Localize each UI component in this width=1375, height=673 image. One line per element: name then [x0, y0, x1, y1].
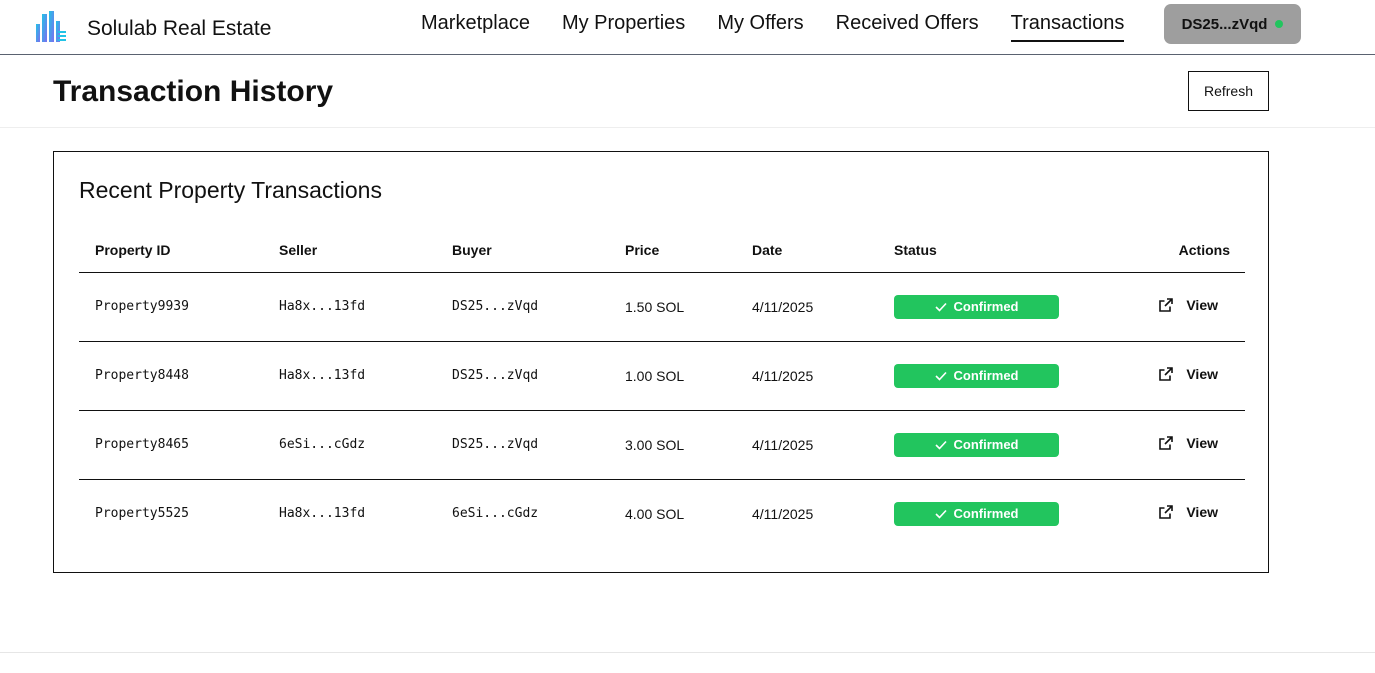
status-label: Confirmed — [953, 506, 1019, 522]
table-row: Property8448 Ha8x...13fd DS25...zVqd 1.0… — [79, 341, 1245, 410]
external-link-icon — [1158, 504, 1174, 520]
actions-cell: View — [1103, 272, 1245, 341]
navbar: Solulab Real Estate Marketplace My Prope… — [0, 0, 1375, 55]
page-header: Transaction History Refresh — [0, 55, 1375, 128]
external-link-icon — [1158, 297, 1174, 313]
table-body: Property9939 Ha8x...13fd DS25...zVqd 1.5… — [79, 272, 1245, 548]
status-label: Confirmed — [953, 368, 1019, 383]
status-cell: Confirmed — [878, 410, 1103, 479]
table-row: Property9939 Ha8x...13fd DS25...zVqd 1.5… — [79, 272, 1245, 341]
transactions-table: Property ID Seller Buyer Price Date Stat… — [79, 228, 1245, 548]
status-cell: Confirmed — [878, 479, 1103, 548]
view-label: View — [1186, 366, 1218, 382]
check-icon — [934, 371, 947, 381]
property-id-cell: Property9939 — [95, 299, 189, 314]
seller-cell: Ha8x...13fd — [279, 506, 366, 522]
check-icon — [934, 302, 947, 312]
table-row: Property8465 6eSi...cGdz DS25...zVqd 3.0… — [79, 410, 1245, 479]
column-header-date: Date — [752, 241, 783, 258]
external-link-icon — [1158, 366, 1174, 382]
price-cell: 1.50 SOL — [625, 298, 685, 315]
building-logo-icon — [34, 10, 67, 48]
column-header-buyer: Buyer — [452, 241, 492, 258]
footer-divider — [0, 652, 1375, 653]
nav-link-marketplace[interactable]: Marketplace — [421, 12, 530, 42]
date-cell: 4/11/2025 — [752, 505, 814, 522]
wallet-button[interactable]: DS25...zVqd — [1164, 4, 1301, 44]
actions-cell: View — [1103, 410, 1245, 479]
actions-cell: View — [1103, 479, 1245, 548]
view-label: View — [1186, 435, 1218, 451]
wallet-address: DS25...zVqd — [1181, 15, 1268, 33]
status-label: Confirmed — [953, 299, 1019, 314]
nav-link-transactions[interactable]: Transactions — [1010, 12, 1125, 42]
seller-cell: 6eSi...cGdz — [279, 437, 366, 452]
connected-dot-icon — [1275, 20, 1284, 28]
view-button[interactable]: View — [1158, 366, 1218, 382]
check-icon — [934, 440, 947, 450]
view-button[interactable]: View — [1158, 297, 1218, 313]
date-cell: 4/11/2025 — [752, 436, 814, 453]
table-header-row: Property ID Seller Buyer Price Date Stat… — [79, 228, 1245, 272]
view-label: View — [1186, 297, 1218, 313]
external-link-icon — [1158, 435, 1174, 451]
card-title: Recent Property Transactions — [79, 177, 382, 203]
seller-cell: Ha8x...13fd — [279, 368, 366, 383]
nav-link-my-offers[interactable]: My Offers — [717, 12, 803, 42]
price-cell: 3.00 SOL — [625, 436, 685, 453]
status-cell: Confirmed — [878, 341, 1103, 410]
page-title: Transaction History — [53, 75, 334, 108]
table-header: Property ID Seller Buyer Price Date Stat… — [79, 228, 1245, 272]
nav-link-my-properties[interactable]: My Properties — [562, 12, 685, 42]
price-cell: 1.00 SOL — [625, 367, 685, 384]
table-row: Property5525 Ha8x...13fd 6eSi...cGdz 4.0… — [79, 479, 1245, 548]
transactions-card: Recent Property Transactions Property ID… — [53, 151, 1269, 573]
column-header-seller: Seller — [279, 241, 318, 258]
buyer-cell: DS25...zVqd — [452, 368, 539, 383]
property-id-cell: Property8465 — [95, 437, 189, 452]
view-label: View — [1186, 504, 1218, 521]
nav-links: Marketplace My Properties My Offers Rece… — [421, 12, 1156, 42]
brand[interactable]: Solulab Real Estate — [34, 10, 271, 48]
date-cell: 4/11/2025 — [752, 298, 814, 315]
status-cell: Confirmed — [878, 272, 1103, 341]
view-button[interactable]: View — [1158, 504, 1218, 520]
property-id-cell: Property5525 — [95, 506, 189, 522]
column-header-actions: Actions — [1178, 241, 1230, 258]
brand-name: Solulab Real Estate — [87, 17, 272, 40]
column-header-status: Status — [894, 241, 937, 258]
buyer-cell: 6eSi...cGdz — [452, 506, 539, 522]
view-button[interactable]: View — [1158, 435, 1218, 451]
seller-cell: Ha8x...13fd — [279, 299, 366, 314]
status-badge: Confirmed — [894, 294, 1059, 319]
nav-link-received-offers[interactable]: Received Offers — [836, 12, 979, 42]
column-header-property-id: Property ID — [95, 241, 171, 258]
refresh-button[interactable]: Refresh — [1188, 71, 1269, 111]
status-badge: Confirmed — [894, 432, 1059, 457]
price-cell: 4.00 SOL — [625, 505, 685, 522]
status-badge: Confirmed — [894, 363, 1059, 388]
buyer-cell: DS25...zVqd — [452, 299, 539, 314]
property-id-cell: Property8448 — [95, 368, 189, 383]
date-cell: 4/11/2025 — [752, 367, 814, 384]
status-label: Confirmed — [953, 437, 1019, 452]
buyer-cell: DS25...zVqd — [452, 437, 539, 452]
check-icon — [934, 509, 947, 519]
column-header-price: Price — [625, 241, 660, 258]
actions-cell: View — [1103, 341, 1245, 410]
status-badge: Confirmed — [894, 501, 1059, 526]
